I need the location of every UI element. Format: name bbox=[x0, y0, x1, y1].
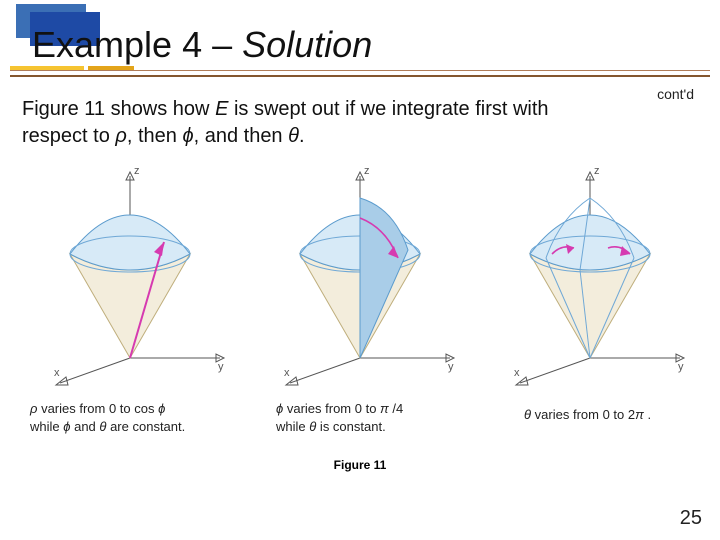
figure-2-svg: z y x bbox=[260, 158, 460, 388]
axis-z: z bbox=[134, 165, 140, 177]
title-italic: Solution bbox=[242, 24, 372, 65]
cap1-phi: ϕ bbox=[158, 401, 165, 416]
cap1-a: varies from 0 to cos bbox=[37, 401, 158, 416]
axis-y: y bbox=[448, 361, 454, 373]
axis-y: y bbox=[678, 361, 684, 373]
axis-x: x bbox=[284, 367, 290, 379]
body-var-E: E bbox=[215, 98, 228, 120]
captions-row: ρ varies from 0 to cos ϕ while ϕ and θ a… bbox=[0, 400, 720, 460]
body-l2a: respect to bbox=[22, 125, 115, 147]
body-l1b: is swept out if we integrate first with bbox=[228, 98, 548, 120]
figure-panel-1: z y x bbox=[30, 158, 230, 388]
figure-3-svg: z y x bbox=[490, 158, 690, 388]
figure-row: z y x z y bbox=[30, 158, 690, 390]
body-text: Figure 11 shows how E is swept out if we… bbox=[22, 96, 698, 150]
slide-title: Example 4 – Solution bbox=[32, 24, 372, 66]
body-l2b: , then bbox=[127, 125, 183, 147]
cap3-theta: θ bbox=[524, 407, 531, 422]
caption-1: ρ varies from 0 to cos ϕ while ϕ and θ a… bbox=[30, 400, 230, 435]
body-phi: ϕ bbox=[182, 125, 193, 147]
cap2-pi: π bbox=[380, 401, 389, 416]
cap3-b: . bbox=[644, 407, 651, 422]
cap3-pi: π bbox=[635, 407, 644, 422]
title-text: Example 4 – bbox=[32, 24, 242, 65]
figure-panel-3: z y x bbox=[490, 158, 690, 388]
body-l2c: , and then bbox=[194, 125, 289, 147]
caption-3: θ varies from 0 to 2π . bbox=[524, 406, 720, 424]
axis-x: x bbox=[514, 367, 520, 379]
axis-y: y bbox=[218, 361, 224, 373]
cap1-d: are constant. bbox=[106, 419, 185, 434]
title-rule bbox=[10, 70, 710, 77]
body-theta: θ bbox=[288, 125, 299, 147]
slide: Example 4 – Solution cont'd Figure 11 sh… bbox=[0, 0, 720, 540]
figure-label: Figure 11 bbox=[0, 458, 720, 472]
cap2-c: is constant. bbox=[316, 419, 385, 434]
figure-1-svg: z y x bbox=[30, 158, 230, 388]
body-l1a: Figure 11 shows how bbox=[22, 98, 215, 120]
body-rho: ρ bbox=[115, 125, 126, 147]
figure-panel-2: z y x bbox=[260, 158, 460, 388]
cap1-c: and bbox=[70, 419, 99, 434]
page-number: 25 bbox=[680, 507, 702, 530]
caption-2: ϕ varies from 0 to π /4 while θ is const… bbox=[276, 400, 476, 435]
body-l2d: . bbox=[299, 125, 305, 147]
cap2-b: while bbox=[276, 419, 309, 434]
axis-z: z bbox=[364, 165, 370, 177]
cap2-frac: /4 bbox=[389, 401, 403, 416]
axis-x: x bbox=[54, 367, 60, 379]
cap1-b: while bbox=[30, 419, 63, 434]
cap3-a: varies from 0 to 2 bbox=[531, 407, 635, 422]
cap2-a: varies from 0 to bbox=[283, 401, 380, 416]
axis-z: z bbox=[594, 165, 600, 177]
